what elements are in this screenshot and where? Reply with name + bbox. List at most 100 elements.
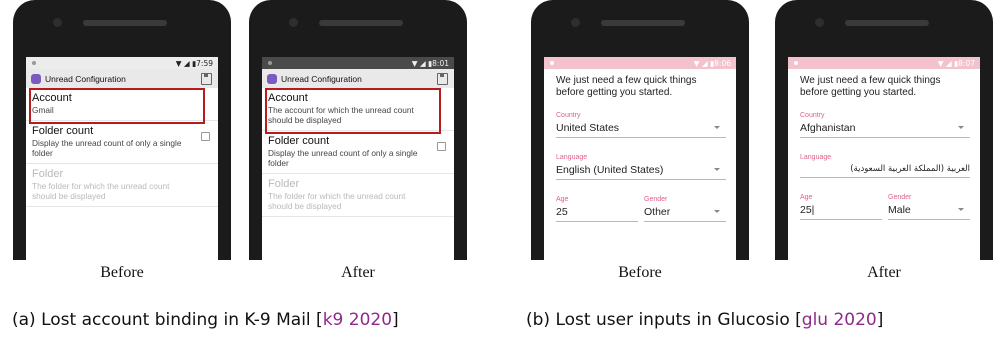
language-select[interactable]: English (United States) bbox=[556, 164, 726, 180]
language-label: Language bbox=[556, 154, 588, 161]
app-title: Unread Configuration bbox=[281, 73, 362, 84]
highlight-box bbox=[265, 88, 441, 134]
age-input[interactable]: 25| bbox=[800, 204, 882, 220]
age-value: 25 bbox=[556, 206, 568, 218]
age-field[interactable]: Age 25| bbox=[800, 194, 882, 220]
country-label: Country bbox=[556, 112, 581, 119]
pref-folder: Folder The folder for which the unread c… bbox=[26, 164, 218, 207]
gender-select[interactable]: Male bbox=[888, 204, 970, 220]
gender-field[interactable]: Gender Male bbox=[888, 194, 970, 220]
dropdown-arrow-icon bbox=[714, 126, 720, 129]
language-value: English (United States) bbox=[556, 164, 664, 176]
caption-before: Before bbox=[618, 264, 662, 281]
status-bar: ▼ ◢ ▮ 8:07 bbox=[788, 57, 980, 69]
gender-select[interactable]: Other bbox=[644, 206, 726, 222]
dropdown-arrow-icon bbox=[958, 126, 964, 129]
camera bbox=[53, 18, 62, 27]
pref-title: Folder count bbox=[268, 135, 330, 147]
dropdown-arrow-icon bbox=[714, 168, 720, 171]
country-field[interactable]: Country United States bbox=[556, 112, 726, 138]
subcaption-b-close: ] bbox=[876, 310, 884, 330]
screen: ▼ ◢ ▮ 8:07 We just need a few quick thin… bbox=[788, 57, 980, 260]
country-label: Country bbox=[800, 112, 825, 119]
camera bbox=[571, 18, 580, 27]
country-field[interactable]: Country Afghanistan bbox=[800, 112, 970, 138]
country-select[interactable]: Afghanistan bbox=[800, 122, 970, 138]
citation-link[interactable]: k9 2020 bbox=[323, 310, 392, 330]
citation-link[interactable]: glu 2020 bbox=[802, 310, 877, 330]
speaker bbox=[845, 20, 929, 26]
phone-k9-after: ▼ ◢ ▮ 8:01 Unread Configuration Account … bbox=[249, 0, 467, 260]
country-value: Afghanistan bbox=[800, 122, 856, 134]
age-value: 25| bbox=[800, 204, 815, 216]
status-bar: ▼ ◢ ▮ 7:59 bbox=[26, 57, 218, 69]
app-title: Unread Configuration bbox=[45, 73, 126, 84]
hello-form: We just need a few quick things before g… bbox=[544, 69, 736, 238]
age-label: Age bbox=[556, 196, 569, 203]
highlight-box bbox=[29, 88, 205, 124]
pref-title: Folder count bbox=[32, 125, 94, 137]
country-value: United States bbox=[556, 122, 620, 134]
pref-folder-count[interactable]: Folder count Display the unread count of… bbox=[26, 121, 218, 164]
status-bar: ▼ ◢ ▮ 8:01 bbox=[262, 57, 454, 69]
screen: ▼ ◢ ▮ 8:06 We just need a few quick thin… bbox=[544, 57, 736, 260]
camera bbox=[815, 18, 824, 27]
speaker bbox=[319, 20, 403, 26]
camera bbox=[289, 18, 298, 27]
folder-count-checkbox[interactable] bbox=[201, 132, 210, 141]
language-field[interactable]: Language English (United States) bbox=[556, 154, 726, 180]
app-bar: Unread Configuration bbox=[262, 69, 454, 88]
caption-after: After bbox=[341, 264, 375, 281]
subcaption-a-text: (a) Lost account binding in K-9 Mail [ bbox=[12, 310, 323, 330]
gender-value: Male bbox=[888, 204, 911, 216]
age-field[interactable]: Age 25 bbox=[556, 196, 638, 222]
pref-folder-count[interactable]: Folder count Display the unread count of… bbox=[262, 131, 454, 174]
save-icon[interactable] bbox=[437, 73, 448, 85]
caption-before: Before bbox=[100, 264, 144, 281]
gender-value: Other bbox=[644, 206, 671, 218]
speaker bbox=[601, 20, 685, 26]
status-time: 8:01 bbox=[432, 58, 449, 68]
pref-summary: The folder for which the unread count sh… bbox=[32, 181, 170, 201]
subcaption-a: (a) Lost account binding in K-9 Mail [k9… bbox=[12, 310, 399, 330]
status-time: 7:59 bbox=[196, 58, 213, 68]
screen: ▼ ◢ ▮ 8:01 Unread Configuration Account … bbox=[262, 57, 454, 260]
dropdown-arrow-icon bbox=[958, 208, 964, 211]
pref-folder: Folder The folder for which the unread c… bbox=[262, 174, 454, 217]
app-icon bbox=[31, 73, 41, 84]
gender-label: Gender bbox=[644, 196, 668, 203]
screen: ▼ ◢ ▮ 7:59 Unread Configuration Account … bbox=[26, 57, 218, 260]
gender-label: Gender bbox=[888, 194, 912, 201]
intro-text: We just need a few quick things before g… bbox=[800, 75, 941, 98]
pref-summary: Display the unread count of only a singl… bbox=[268, 148, 418, 168]
status-time: 8:07 bbox=[958, 58, 975, 68]
app-bar: Unread Configuration bbox=[26, 69, 218, 88]
status-bar: ▼ ◢ ▮ 8:06 bbox=[544, 57, 736, 69]
pref-summary: The folder for which the unread count sh… bbox=[268, 191, 406, 211]
folder-count-checkbox[interactable] bbox=[437, 142, 446, 151]
caption-after: After bbox=[867, 264, 901, 281]
subcaption-b-text: (b) Lost user inputs in Glucosio [ bbox=[526, 310, 802, 330]
pref-title: Folder bbox=[32, 168, 64, 180]
age-label: Age bbox=[800, 194, 813, 201]
intro-text: We just need a few quick things before g… bbox=[556, 75, 697, 98]
phone-glucosio-after: ▼ ◢ ▮ 8:07 We just need a few quick thin… bbox=[775, 0, 993, 260]
save-icon[interactable] bbox=[201, 73, 212, 85]
age-input[interactable]: 25 bbox=[556, 206, 638, 222]
language-field[interactable]: Language العربية (المملكة العربية السعود… bbox=[800, 154, 970, 178]
language-select[interactable]: العربية (المملكة العربية السعودية) bbox=[800, 164, 970, 178]
subcaption-b: (b) Lost user inputs in Glucosio [glu 20… bbox=[526, 310, 883, 330]
pref-summary: Display the unread count of only a singl… bbox=[32, 138, 182, 158]
speaker bbox=[83, 20, 167, 26]
language-label: Language bbox=[800, 154, 832, 161]
gender-field[interactable]: Gender Other bbox=[644, 196, 726, 222]
language-value: العربية (المملكة العربية السعودية) bbox=[850, 164, 970, 174]
dropdown-arrow-icon bbox=[714, 210, 720, 213]
phone-k9-before: ▼ ◢ ▮ 7:59 Unread Configuration Account … bbox=[13, 0, 231, 260]
country-select[interactable]: United States bbox=[556, 122, 726, 138]
phone-glucosio-before: ▼ ◢ ▮ 8:06 We just need a few quick thin… bbox=[531, 0, 749, 260]
hello-form: We just need a few quick things before g… bbox=[788, 69, 980, 236]
subcaption-a-close: ] bbox=[392, 310, 399, 330]
status-time: 8:06 bbox=[714, 58, 731, 68]
pref-title: Folder bbox=[268, 178, 300, 190]
